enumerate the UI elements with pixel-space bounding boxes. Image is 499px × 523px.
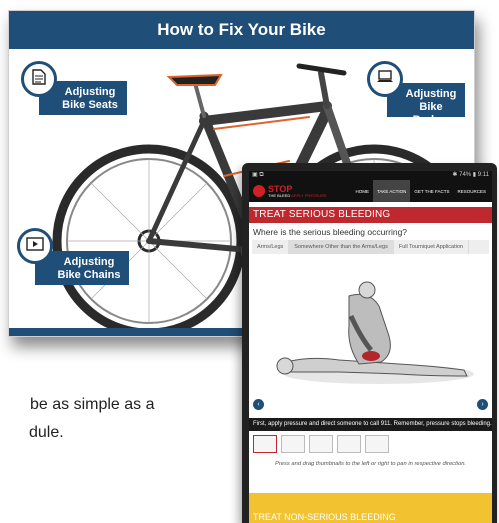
site-nav: STOP THE BLEED APPLY PRESSURE HOME TAKE … xyxy=(249,180,492,202)
section-title: TREAT SERIOUS BLEEDING xyxy=(249,207,492,223)
nav-home[interactable]: HOME xyxy=(351,180,373,202)
hotspot-seats-button[interactable] xyxy=(21,61,57,97)
tab-arms-legs[interactable]: Arms/Legs xyxy=(252,240,290,254)
carousel-next-button[interactable]: › xyxy=(477,399,488,410)
bleeding-question: Where is the serious bleeding occurring? xyxy=(253,227,408,237)
hotspot-chains-button[interactable] xyxy=(17,228,53,264)
nav-resources[interactable]: RESOURCES xyxy=(453,180,490,202)
logo-line1: STOP xyxy=(268,183,293,194)
body-text-line1: be as simple as a xyxy=(30,396,155,413)
laptop-icon xyxy=(376,69,394,89)
first-aid-illustration xyxy=(249,276,492,398)
location-tabs: Arms/Legs Somewhere Other than the Arms/… xyxy=(252,240,489,254)
tab-full-tourniquet[interactable]: Full Tourniquet Application xyxy=(394,240,469,254)
body-text-line2: dule. xyxy=(29,424,64,441)
thumbnail-hint: Press and drag thumbnails to the left or… xyxy=(274,461,467,467)
thumbnail-1[interactable] xyxy=(253,435,277,453)
step-caption: First, apply pressure and direct someone… xyxy=(249,418,492,431)
section2-title: TREAT NON-SERIOUS BLEEDING xyxy=(249,493,492,523)
stop-the-bleed-logo[interactable]: STOP THE BLEED APPLY PRESSURE xyxy=(253,183,327,198)
logo-line3: APPLY PRESSURE xyxy=(291,192,327,198)
slide-title: How to Fix Your Bike xyxy=(9,11,474,49)
thumbnail-5[interactable] xyxy=(365,435,389,453)
logo-line2: THE BLEED xyxy=(268,192,291,198)
thumbnail-4[interactable] xyxy=(337,435,361,453)
status-left: ▣ ⧉ xyxy=(252,172,264,178)
status-bar: ▣ ⧉ ✱ 74% ▮ 9:11 xyxy=(249,171,492,180)
nav-get-the-facts[interactable]: GET THE FACTS xyxy=(410,180,453,202)
tablet-screen: ▣ ⧉ ✱ 74% ▮ 9:11 STOP THE BLEED APPLY PR… xyxy=(249,171,492,523)
document-icon xyxy=(32,68,46,90)
thumbnail-3[interactable] xyxy=(309,435,333,453)
thumbnail-2[interactable] xyxy=(281,435,305,453)
nav-take-action[interactable]: TAKE ACTION xyxy=(372,180,411,202)
thumbnail-strip[interactable] xyxy=(253,435,389,453)
logo-mark-icon xyxy=(253,185,265,197)
tablet-device: ▣ ⧉ ✱ 74% ▮ 9:11 STOP THE BLEED APPLY PR… xyxy=(242,163,497,523)
hotspot-brakes-button[interactable] xyxy=(367,61,403,97)
carousel-prev-button[interactable]: ‹ xyxy=(253,399,264,410)
video-icon xyxy=(26,236,44,256)
tab-other-than-arms-legs[interactable]: Somewhere Other than the Arms/Legs xyxy=(289,240,394,254)
status-right: ✱ 74% ▮ 9:11 xyxy=(452,172,489,178)
